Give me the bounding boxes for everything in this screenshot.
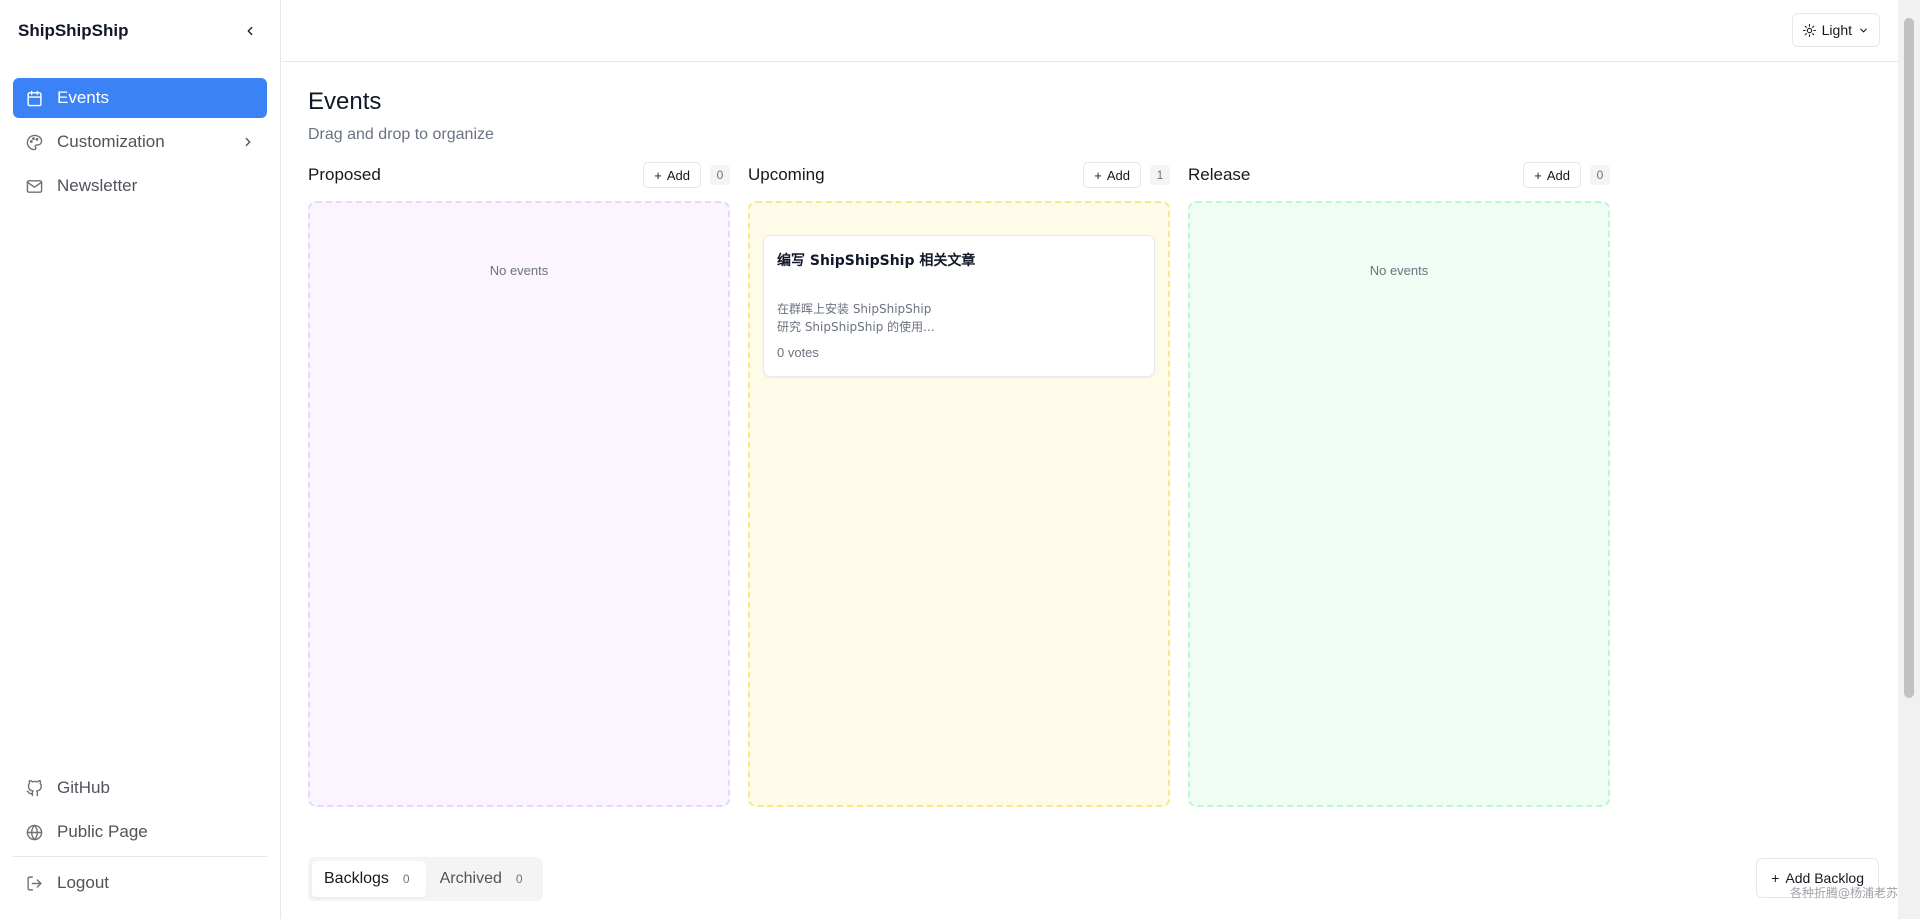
sidebar-item-events[interactable]: Events (13, 78, 267, 118)
event-card-votes: 0 votes (777, 345, 819, 360)
theme-label: Light (1821, 22, 1852, 38)
drop-zone-upcoming[interactable]: 编写 ShipShipShip 相关文章 在群晖上安装 ShipShipShip… (748, 201, 1170, 807)
sidebar-item-label: Public Page (57, 822, 148, 841)
mail-icon (25, 177, 43, 195)
empty-state: No events (489, 263, 549, 278)
sidebar-divider (13, 856, 267, 857)
event-card-description: 在群晖上安装 ShipShipShip 研究 ShipShipShip 的使用.… (777, 300, 1141, 336)
column-header: Proposed + Add 0 (308, 162, 730, 188)
tab-label: Backlogs (324, 870, 389, 887)
brand-row: ShipShipShip (0, 0, 280, 62)
watermark: 各种折腾@杨浦老苏 (1789, 886, 1898, 900)
event-card-title: 编写 ShipShipShip 相关文章 (777, 253, 976, 269)
chevron-left-icon (247, 26, 253, 36)
empty-state: No events (1369, 263, 1429, 278)
logout-icon (25, 874, 43, 892)
sidebar-bottom-nav: GitHub Public Page Logout (13, 768, 267, 907)
logout-label: Logout (57, 873, 109, 892)
column-count-badge: 0 (710, 165, 730, 185)
sidebar-item-github[interactable]: GitHub (13, 768, 267, 808)
globe-icon (25, 823, 43, 841)
event-card-desc-line: 在群晖上安装 ShipShipShip (777, 302, 932, 316)
theme-toggle-button[interactable]: Light (1791, 13, 1880, 47)
page-title: Events (308, 88, 382, 115)
column-title: Upcoming (748, 165, 825, 184)
sidebar-item-newsletter[interactable]: Newsletter (13, 166, 267, 206)
column-upcoming: Upcoming + Add 1 编写 ShipShipShip 相关文章 在群… (748, 162, 1170, 807)
sidebar-item-public-page[interactable]: Public Page (13, 812, 267, 852)
column-header: Release + Add 0 (1188, 162, 1610, 188)
add-label: Add (1106, 167, 1130, 183)
plus-icon: + (1771, 870, 1780, 886)
add-release-button[interactable]: + Add (1523, 162, 1581, 188)
column-actions: + Add 1 (1083, 162, 1170, 188)
brand-logo: ShipShipShip (18, 21, 129, 40)
chevron-down-icon (1860, 28, 1867, 32)
column-count-badge: 1 (1150, 165, 1170, 185)
tab-backlogs[interactable]: Backlogs 0 (312, 861, 426, 897)
column-proposed: Proposed + Add 0 No events (308, 162, 730, 807)
add-upcoming-button[interactable]: + Add (1083, 162, 1141, 188)
event-card[interactable]: 编写 ShipShipShip 相关文章 在群晖上安装 ShipShipShip… (763, 235, 1155, 377)
sidebar-item-label: Customization (57, 132, 165, 151)
page-subtitle: Drag and drop to organize (308, 126, 494, 143)
github-icon (25, 779, 43, 797)
sidebar-nav: Events Customization Newsletter (0, 62, 280, 206)
plus-icon: + (654, 167, 662, 183)
add-proposed-button[interactable]: + Add (643, 162, 701, 188)
sidebar-item-customization[interactable]: Customization (13, 122, 267, 162)
tab-label: Archived (439, 870, 502, 887)
plus-icon: + (1094, 167, 1102, 183)
backlog-tabs: Backlogs 0 Archived 0 (308, 857, 543, 901)
logout-button[interactable]: Logout (13, 863, 267, 903)
column-actions: + Add 0 (643, 162, 730, 188)
column-actions: + Add 0 (1523, 162, 1610, 188)
sun-icon (1802, 23, 1816, 37)
chevron-right-icon (245, 137, 251, 147)
sidebar: ShipShipShip Events Customization Newsle… (0, 0, 281, 919)
page-scrollbar[interactable] (1898, 0, 1920, 919)
column-header: Upcoming + Add 1 (748, 162, 1170, 188)
add-label: Add (666, 167, 690, 183)
drop-zone-release[interactable]: No events (1188, 201, 1610, 807)
column-release: Release + Add 0 No events (1188, 162, 1610, 807)
scrollbar-thumb[interactable] (1904, 18, 1914, 698)
column-title: Proposed (308, 165, 381, 184)
sidebar-item-label: Newsletter (57, 176, 138, 195)
drop-zone-proposed[interactable]: No events (308, 201, 730, 807)
sidebar-item-label: Events (57, 88, 109, 107)
palette-icon (25, 133, 43, 151)
tab-archived[interactable]: Archived 0 (428, 861, 539, 897)
main-content: Events Drag and drop to organize Propose… (308, 62, 1880, 807)
event-card-desc-line: 研究 ShipShipShip 的使用... (777, 320, 935, 334)
sidebar-item-label: GitHub (57, 778, 110, 797)
topbar: Light (282, 0, 1898, 62)
plus-icon: + (1534, 167, 1542, 183)
column-title: Release (1188, 165, 1251, 184)
tab-count-badge: 0 (402, 872, 410, 886)
board-columns: Proposed + Add 0 No events Upcoming + Ad… (308, 162, 1610, 807)
column-count-badge: 0 (1590, 165, 1610, 185)
collapse-sidebar-button[interactable] (238, 19, 262, 43)
add-label: Add (1546, 167, 1570, 183)
calendar-icon (25, 89, 43, 107)
tab-count-badge: 0 (515, 872, 523, 886)
